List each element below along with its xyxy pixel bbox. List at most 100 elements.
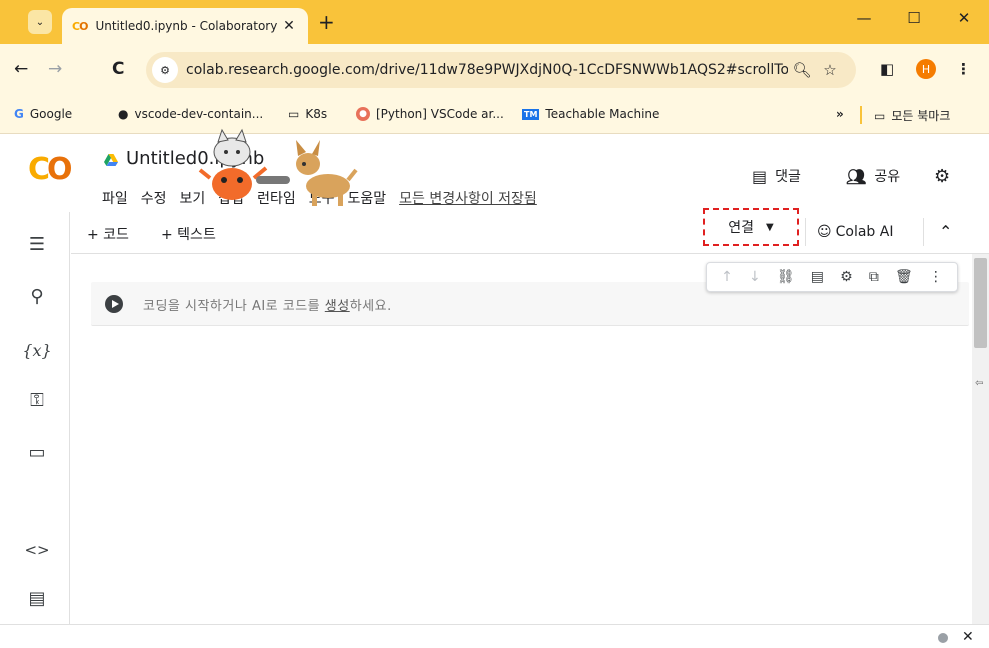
google-icon: G	[14, 107, 24, 121]
people-icon: 👥︎	[846, 166, 867, 186]
status-dot-icon	[938, 633, 948, 643]
new-tab-button[interactable]: +	[318, 12, 335, 32]
add-code-button[interactable]: + 코드	[87, 224, 129, 244]
secrets-key-icon[interactable]: ⚿	[25, 388, 49, 412]
chevron-down-icon: ⌄	[35, 16, 45, 28]
bookmark-label: K8s	[305, 107, 328, 121]
connect-label: 연결	[728, 220, 755, 236]
crab-cat-mascot-icon	[198, 128, 290, 200]
toolbar-divider	[805, 218, 806, 246]
bookmark-label: [Python] VSCode ar...	[376, 107, 504, 121]
colab-favicon-icon: CO	[72, 19, 88, 33]
files-folder-icon[interactable]: ▭	[25, 440, 49, 464]
tab-title: Untitled0.ipynb - Colaboratory	[95, 19, 278, 33]
forward-arrow-icon[interactable]: →	[48, 61, 62, 78]
menu-edit[interactable]: 수정	[141, 188, 167, 208]
browser-titlebar: ⌄ CO Untitled0.ipynb - Colaboratory ✕ + …	[0, 0, 989, 44]
bookmark-label: vscode-dev-contain...	[134, 107, 264, 121]
window-controls: — ☐ ✕	[839, 0, 989, 36]
zoom-icon[interactable]: 🔍︎	[788, 61, 816, 79]
bookmark-k8s[interactable]: ▭ K8s	[288, 107, 327, 121]
comment-label: 댓글	[775, 169, 801, 185]
bookmark-python-vscode[interactable]: ● [Python] VSCode ar...	[356, 107, 504, 121]
back-arrow-icon[interactable]: ←	[14, 61, 28, 78]
colab-ai-button[interactable]: ☺ Colab AI	[817, 224, 893, 240]
cell-placeholder[interactable]: 코딩을 시작하거나 AI로 코드를 생성하세요.	[143, 295, 392, 314]
all-bookmarks-button[interactable]: ▭ 모든 북마크	[874, 107, 950, 124]
omnibox[interactable]: ⚙ colab.research.google.com/drive/11dw78…	[146, 52, 856, 88]
mirror-cell-icon[interactable]: ⧉	[869, 269, 879, 285]
move-up-icon[interactable]: ↑	[721, 269, 733, 285]
collapse-header-chevron-icon[interactable]: ⌃	[939, 222, 952, 241]
run-cell-button[interactable]	[105, 295, 123, 313]
ai-sparkle-icon: ☺	[817, 224, 832, 240]
bookmark-teachable-machine[interactable]: TM Teachable Machine	[522, 107, 659, 121]
colab-logo[interactable]: CO	[28, 152, 72, 187]
scrollbar-thumb[interactable]	[974, 258, 987, 348]
move-down-icon[interactable]: ↓	[749, 269, 761, 285]
colab-ai-label: Colab AI	[835, 224, 894, 240]
tab-search-button[interactable]: ⌄	[28, 10, 52, 34]
bookmark-google[interactable]: G Google	[14, 107, 72, 121]
address-bar-row: ← → C ⚙ colab.research.google.com/drive/…	[0, 44, 989, 96]
cell-toolbar: ↑ ↓ ⛓ ▤ ⚙ ⧉ 🗑︎ ⋮	[706, 262, 958, 292]
colab-header: CO Untitled0.ipynb 파일 수정 보기 삽입 런타임 도구 도움…	[0, 134, 989, 212]
toolbar-divider	[923, 218, 924, 246]
comment-icon[interactable]: ▤	[811, 269, 824, 285]
search-icon[interactable]: ⚲	[25, 284, 49, 308]
left-sidebar: ☰ ⚲ {x} ⚿ ▭ <> ▤	[0, 212, 70, 624]
maximize-button[interactable]: ☐	[889, 0, 939, 36]
trash-icon[interactable]: 🗑︎	[895, 269, 913, 285]
bookmark-label: Google	[29, 107, 73, 121]
all-bookmarks-label: 모든 북마크	[891, 109, 951, 123]
link-icon[interactable]: ⛓	[777, 269, 795, 285]
window-close-button[interactable]: ✕	[939, 0, 989, 36]
bookmarks-overflow-button[interactable]: »	[836, 107, 844, 121]
url-text[interactable]: colab.research.google.com/drive/11dw78e9…	[186, 62, 788, 78]
tab-close-icon[interactable]: ✕	[280, 18, 298, 34]
bookmark-label: Teachable Machine	[545, 107, 660, 121]
placeholder-text: 코딩을 시작하거나 AI로 코드를	[143, 299, 325, 314]
generate-link[interactable]: 생성	[325, 299, 350, 314]
panel-resize-arrow-icon[interactable]: ⇦	[975, 378, 983, 389]
settings-gear-icon[interactable]: ⚙	[934, 166, 950, 187]
more-options-icon[interactable]: ⋮	[929, 269, 943, 285]
dog-mascot-icon	[296, 140, 358, 206]
status-bar: ✕	[0, 624, 989, 648]
folder-icon: ▭	[874, 108, 886, 123]
connect-runtime-button[interactable]: 연결 ▼	[703, 208, 799, 246]
share-button[interactable]: 👥︎ 공유	[846, 166, 900, 186]
reload-icon[interactable]: C	[112, 61, 124, 78]
share-label: 공유	[874, 169, 901, 185]
comment-icon: ▤	[752, 166, 768, 186]
save-status-link[interactable]: 모든 변경사항이 저장됨	[399, 188, 537, 208]
placeholder-text: 하세요.	[349, 299, 392, 314]
kebab-menu-icon[interactable]: ⋮	[956, 60, 971, 78]
folder-icon: ▭	[288, 107, 300, 121]
code-snippets-icon[interactable]: <>	[24, 538, 49, 562]
caret-down-icon[interactable]: ▼	[766, 222, 774, 233]
notebook-toolbar: + 코드 + 텍스트 연결 ▼ ☺ Colab AI ⌃	[71, 208, 989, 254]
bookmark-vscode-dev[interactable]: ● vscode-dev-contain...	[118, 107, 263, 121]
github-icon: ●	[118, 107, 129, 121]
status-close-icon[interactable]: ✕	[962, 629, 974, 645]
bookmark-star-icon[interactable]: ☆	[816, 61, 844, 79]
browser-tab-active[interactable]: CO Untitled0.ipynb - Colaboratory ✕	[62, 8, 308, 44]
python-icon: ●	[356, 107, 370, 121]
bookmarks-divider	[860, 106, 862, 124]
profile-avatar[interactable]: H	[916, 59, 936, 79]
variables-icon[interactable]: {x}	[22, 338, 51, 362]
tm-icon: TM	[522, 108, 540, 120]
cell-settings-gear-icon[interactable]: ⚙	[840, 269, 853, 285]
add-text-button[interactable]: + 텍스트	[161, 224, 216, 244]
vertical-scrollbar[interactable]	[972, 254, 989, 624]
site-info-icon[interactable]: ⚙	[152, 57, 178, 83]
bookmarks-bar: G Google ● vscode-dev-contain... ▭ K8s ●…	[0, 96, 989, 134]
menu-file[interactable]: 파일	[102, 188, 128, 208]
comment-button[interactable]: ▤ 댓글	[752, 166, 801, 186]
google-drive-icon	[104, 154, 118, 166]
minimize-button[interactable]: —	[839, 0, 889, 36]
terminal-icon[interactable]: ▤	[25, 586, 49, 610]
toc-icon[interactable]: ☰	[25, 232, 49, 256]
side-panel-icon[interactable]: ◧	[880, 60, 894, 78]
